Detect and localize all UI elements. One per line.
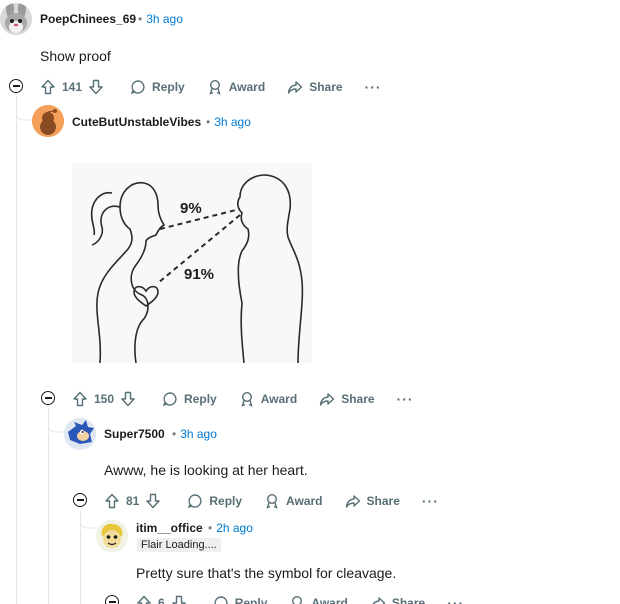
more-options-button[interactable]: ··· — [365, 79, 382, 95]
award-label: Award — [311, 596, 348, 604]
share-icon — [372, 597, 386, 604]
sonic-avatar-icon — [64, 418, 96, 450]
vote-controls: 141 — [40, 79, 104, 95]
cartoon-avatar-icon — [96, 520, 128, 552]
comment-username[interactable]: CuteButUnstableVibes — [72, 115, 201, 129]
share-button[interactable]: Share — [345, 493, 400, 509]
vote-controls: 6 — [136, 595, 187, 604]
reply-button[interactable]: Reply — [187, 493, 242, 509]
percent-top-label: 9% — [180, 200, 202, 217]
downvote-icon[interactable] — [120, 391, 136, 407]
vote-controls: 150 — [72, 391, 136, 407]
comment-timestamp[interactable]: • 2h ago — [208, 521, 253, 535]
collapse-icon[interactable] — [9, 79, 23, 93]
avatar[interactable] — [0, 3, 32, 35]
share-label: Share — [366, 494, 400, 508]
percent-bottom-label: 91% — [184, 266, 214, 283]
comment-username[interactable]: Super7500 — [104, 427, 165, 441]
upvote-icon[interactable] — [40, 79, 56, 95]
vote-score: 141 — [62, 80, 83, 94]
avatar[interactable] — [32, 105, 64, 137]
award-icon — [292, 596, 303, 604]
vote-controls: 81 — [104, 493, 161, 509]
thread-line[interactable] — [48, 408, 49, 604]
more-options-button[interactable]: ··· — [397, 391, 414, 407]
eye-contact-illustration: 9% 91% — [72, 163, 312, 363]
share-label: Share — [341, 392, 375, 406]
share-label: Share — [391, 596, 426, 604]
comment-actions: 81 Reply Award Share ··· — [104, 490, 439, 512]
downvote-icon[interactable] — [88, 79, 104, 95]
time-text: 3h ago — [180, 427, 217, 441]
award-button[interactable]: Award — [264, 493, 323, 509]
reply-button[interactable]: Reply — [162, 391, 217, 407]
award-icon — [266, 493, 278, 509]
more-options-button[interactable]: ··· — [447, 595, 464, 604]
share-label: Share — [309, 80, 343, 94]
comment-timestamp[interactable]: • 3h ago — [206, 115, 251, 129]
comment-body: Awww, he is looking at her heart. — [104, 462, 308, 478]
share-icon — [345, 495, 360, 508]
downvote-icon[interactable] — [171, 595, 187, 604]
award-label: Award — [228, 80, 266, 94]
award-label: Award — [286, 494, 323, 508]
award-label: Award — [260, 392, 298, 406]
reply-icon — [162, 392, 177, 407]
reply-icon — [214, 596, 228, 604]
award-icon — [209, 79, 221, 95]
vote-score: 150 — [94, 392, 115, 406]
vote-score: 6 — [158, 596, 165, 604]
comment-body: Show proof — [40, 48, 111, 64]
upvote-icon[interactable] — [72, 391, 88, 407]
comment-actions: 150 Reply Award Share ··· — [72, 388, 414, 410]
award-button[interactable]: Award — [207, 79, 265, 95]
snoo-avatar-icon — [32, 105, 64, 137]
time-text: 2h ago — [216, 521, 253, 535]
downvote-icon[interactable] — [145, 493, 161, 509]
share-icon — [287, 81, 303, 94]
share-icon — [319, 393, 335, 406]
bugs-bunny-avatar-icon — [0, 3, 32, 35]
share-button[interactable]: Share — [287, 79, 343, 95]
award-button[interactable]: Award — [239, 391, 297, 407]
reply-button[interactable]: Reply — [130, 79, 185, 95]
avatar[interactable] — [96, 520, 128, 552]
reply-label: Reply — [152, 80, 185, 94]
collapse-icon[interactable] — [41, 391, 55, 405]
reply-label: Reply — [184, 392, 217, 406]
reply-icon — [188, 494, 202, 509]
comment-thread: PoepChinees_69 • 3h ago Show proof 141 Re… — [0, 0, 620, 604]
share-button[interactable]: Share — [370, 595, 425, 604]
award-button[interactable]: Award — [289, 595, 348, 604]
comment-username[interactable]: PoepChinees_69 — [40, 12, 136, 26]
share-button[interactable]: Share — [319, 391, 375, 407]
upvote-icon[interactable] — [104, 493, 120, 509]
reply-label: Reply — [209, 494, 243, 508]
comment-timestamp[interactable]: • 3h ago — [172, 427, 217, 441]
reply-button[interactable]: Reply — [213, 595, 268, 604]
vote-score: 81 — [126, 494, 140, 508]
more-options-button[interactable]: ··· — [422, 493, 439, 509]
collapse-icon[interactable] — [105, 595, 119, 604]
comment-actions: 141 Reply Award Share ··· — [40, 76, 382, 98]
time-text: 3h ago — [214, 115, 251, 129]
comment-username[interactable]: itim__office — [136, 521, 203, 535]
reply-label: Reply — [234, 596, 268, 604]
time-text: 3h ago — [146, 12, 183, 26]
comment-image[interactable]: 9% 91% — [72, 163, 312, 363]
user-flair: Flair Loading.... — [137, 538, 221, 552]
thread-line[interactable] — [16, 96, 17, 604]
reply-icon — [130, 80, 145, 95]
avatar[interactable] — [64, 418, 96, 450]
collapse-icon[interactable] — [73, 493, 87, 507]
upvote-icon[interactable] — [136, 595, 152, 604]
comment-actions: 6 Reply Award Share ··· — [136, 592, 464, 604]
award-icon — [241, 391, 253, 407]
comment-timestamp[interactable]: • 3h ago — [138, 12, 183, 26]
comment-body: Pretty sure that's the symbol for cleava… — [136, 565, 397, 581]
